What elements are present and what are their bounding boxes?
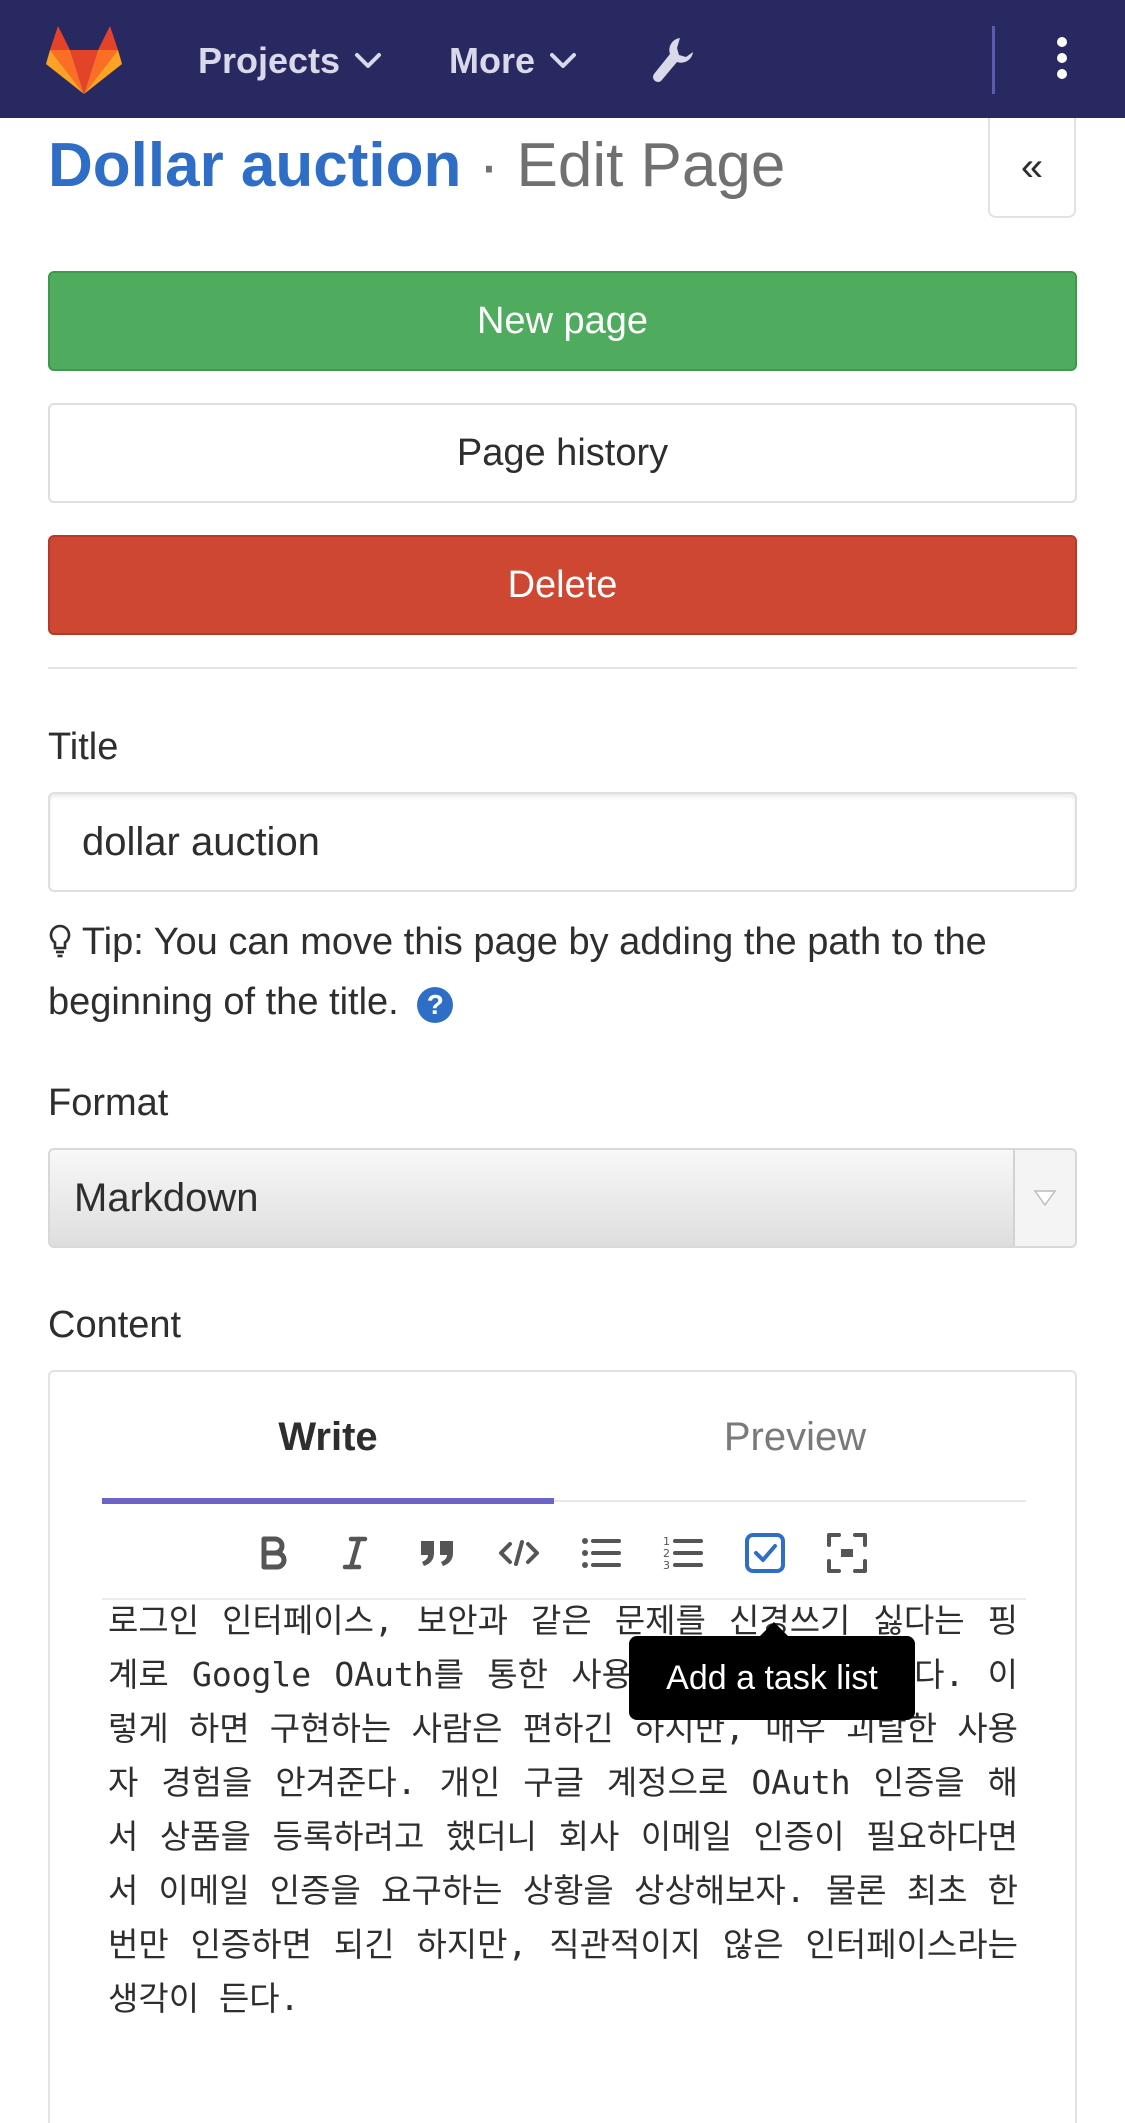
help-icon[interactable]: ? [417, 987, 454, 1023]
title-tip: Tip: You can move this page by adding th… [48, 912, 1088, 1032]
quote-icon [421, 1541, 453, 1566]
chevron-down-icon [550, 53, 577, 68]
tip-text: Tip: You can move this page by adding th… [48, 921, 987, 1023]
section-divider [48, 667, 1077, 669]
title-separator: · [461, 131, 517, 200]
triangle-down-icon [1033, 1190, 1057, 1207]
title-input-value: dollar auction [82, 819, 320, 864]
collapse-sidebar-button[interactable]: « [988, 118, 1076, 218]
quote-button[interactable] [412, 1528, 462, 1578]
gitlab-logo-icon[interactable] [46, 24, 122, 94]
kebab-menu-icon[interactable] [1050, 34, 1074, 82]
bold-icon [261, 1536, 287, 1570]
format-select-value: Markdown [74, 1175, 259, 1220]
tab-write[interactable]: Write [102, 1372, 554, 1504]
nav-separator [992, 26, 995, 94]
chevron-down-icon [355, 53, 382, 68]
task-list-button[interactable] [740, 1528, 790, 1578]
task-list-icon [745, 1533, 785, 1573]
fullscreen-button[interactable] [822, 1528, 872, 1578]
title-label: Title [48, 726, 119, 768]
title-input[interactable]: dollar auction [48, 792, 1077, 892]
delete-button[interactable]: Delete [48, 535, 1077, 635]
task-list-tooltip: Add a task list [629, 1622, 915, 1720]
wiki-name-link[interactable]: Dollar auction [48, 131, 461, 200]
page-action-title: Edit Page [516, 131, 786, 200]
lightbulb-icon [49, 924, 71, 958]
code-icon [499, 1540, 539, 1566]
bullet-list-icon [582, 1538, 621, 1568]
code-button[interactable] [494, 1528, 544, 1578]
bold-button[interactable] [248, 1528, 298, 1578]
format-select[interactable]: Markdown [48, 1148, 1077, 1248]
wrench-icon[interactable] [650, 34, 696, 84]
bullet-list-button[interactable] [576, 1528, 626, 1578]
nav-projects-dropdown[interactable]: Projects [198, 36, 382, 86]
editor-toolbar: 1 2 3 [102, 1510, 1026, 1600]
content-label: Content [48, 1304, 182, 1346]
page-history-button[interactable]: Page history [48, 403, 1077, 503]
markdown-editor: Write Preview 1 2 3 로그인 인터페이스, 보안과 같은 문제… [48, 1370, 1077, 2123]
numbered-list-button[interactable]: 1 2 3 [658, 1528, 708, 1578]
nav-more-label: More [449, 40, 536, 81]
select-arrow [1013, 1150, 1075, 1246]
nav-more-dropdown[interactable]: More [449, 36, 577, 86]
italic-button[interactable] [330, 1528, 380, 1578]
tab-preview[interactable]: Preview [564, 1372, 1026, 1502]
editor-tabs: Write Preview [102, 1372, 1026, 1504]
italic-icon [342, 1536, 368, 1570]
page-title: Dollar auction · Edit Page [48, 130, 785, 201]
tooltip-text: Add a task list [629, 1636, 915, 1720]
svg-text:3: 3 [663, 1559, 670, 1572]
nav-projects-label: Projects [198, 40, 341, 81]
top-navbar: Projects More [0, 0, 1125, 118]
numbered-list-icon: 1 2 3 [663, 1535, 703, 1572]
fullscreen-icon [827, 1533, 867, 1573]
new-page-button[interactable]: New page [48, 271, 1077, 371]
tooltip-arrow [760, 1622, 788, 1636]
format-label: Format [48, 1082, 169, 1124]
